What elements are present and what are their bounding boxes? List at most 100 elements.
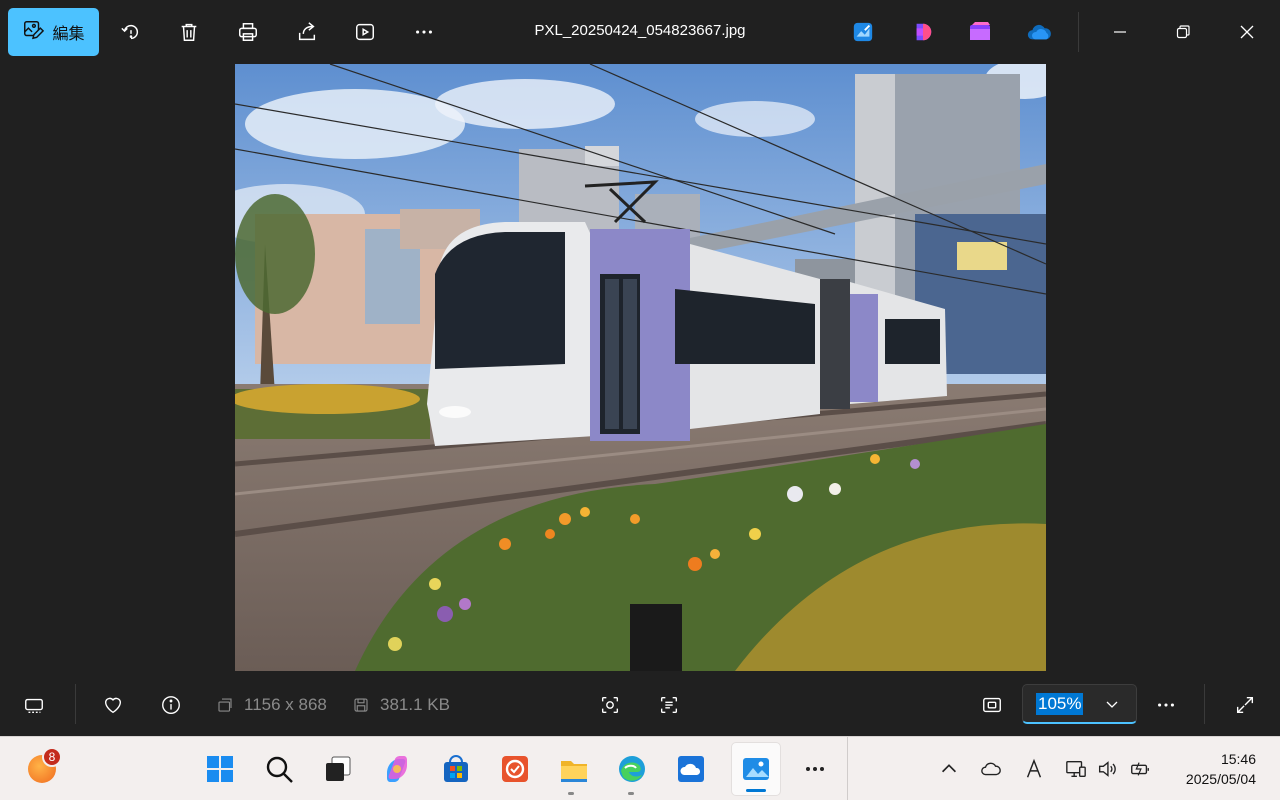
close-button[interactable] (1224, 16, 1270, 48)
expand-icon (1236, 696, 1254, 714)
filmstrip-button[interactable] (19, 690, 49, 720)
chevron-up-icon (941, 764, 957, 773)
file-name: PXL_20250424_054823667.jpg (534, 22, 746, 39)
font-icon (1026, 758, 1042, 778)
dimensions-icon (218, 698, 232, 712)
cloud-icon (981, 762, 1001, 776)
visual-search-button[interactable] (595, 690, 625, 720)
filmstrip-icon (25, 698, 43, 714)
running-app-indicator (628, 792, 634, 795)
taskbar: 8 15:46 2025/05/04 (0, 736, 1280, 800)
more-icon (1158, 703, 1174, 707)
slideshow-button[interactable] (349, 16, 381, 48)
rotate-icon (121, 24, 139, 40)
visual-search-icon (601, 696, 619, 714)
speaker-icon (1098, 761, 1116, 777)
edit-button[interactable]: 編集 (8, 8, 99, 56)
widget-badge: 8 (42, 747, 62, 767)
delete-icon (181, 23, 197, 41)
battery-icon (1131, 762, 1149, 776)
pdf-reader-icon (502, 756, 528, 782)
share-button[interactable] (291, 16, 323, 48)
close-icon (1240, 25, 1254, 39)
more-options-button[interactable] (408, 16, 440, 48)
search-icon (266, 756, 293, 783)
cloud-folder-icon (678, 756, 704, 782)
task-view-icon (326, 756, 351, 781)
photos-editor-app-icon[interactable] (850, 19, 876, 45)
chevron-down-icon (1106, 701, 1118, 708)
share-icon (298, 22, 316, 41)
info-icon (162, 696, 180, 714)
battery-button[interactable] (1128, 757, 1152, 781)
copilot-icon (387, 756, 407, 782)
bottombar-divider (1204, 684, 1205, 724)
edit-image-icon (22, 19, 45, 46)
bottom-info-bar: 1156 x 868 381.1 KB 105% (0, 672, 1280, 736)
text-scan-icon (660, 696, 678, 714)
minimize-button[interactable] (1097, 16, 1143, 48)
show-hidden-icons-button[interactable] (937, 757, 961, 781)
volume-button[interactable] (1095, 757, 1119, 781)
heart-icon (104, 697, 122, 714)
zoom-value[interactable]: 105% (1036, 692, 1084, 715)
windows-start-icon (207, 756, 233, 782)
clock-time: 15:46 (1220, 751, 1256, 767)
slideshow-icon (356, 23, 374, 41)
running-app-indicator (568, 792, 574, 795)
edge-browser-app[interactable] (614, 751, 650, 787)
bottombar-divider (75, 684, 76, 724)
microsoft-store-app[interactable] (438, 751, 474, 787)
text-recognition-button[interactable] (654, 690, 684, 720)
onedrive-tray-button[interactable] (979, 757, 1003, 781)
file-size-text: 381.1 KB (380, 695, 450, 714)
restore-button[interactable] (1160, 16, 1206, 48)
copilot-app[interactable] (379, 751, 415, 787)
input-method-button[interactable] (1022, 757, 1046, 781)
photo-viewer-image[interactable] (235, 64, 1046, 671)
pdf-app[interactable] (497, 751, 533, 787)
edit-label: 編集 (52, 26, 85, 43)
start-button[interactable] (202, 751, 238, 787)
top-toolbar: 編集 PXL_20250424_054823667.jpg (0, 0, 1280, 64)
bottom-more-button[interactable] (1151, 690, 1181, 720)
file-explorer-app[interactable] (556, 751, 592, 787)
fit-screen-icon (983, 697, 1001, 713)
more-icon (416, 30, 432, 34)
active-app-indicator (746, 789, 766, 792)
taskbar-overflow-button[interactable] (797, 751, 833, 787)
network-button[interactable] (1064, 757, 1088, 781)
taskbar-divider (847, 737, 848, 800)
photos-app[interactable] (738, 751, 774, 787)
designer-icon[interactable] (967, 19, 993, 45)
folder-icon (561, 761, 587, 782)
actual-size-button[interactable] (977, 690, 1007, 720)
restore-icon (1176, 25, 1190, 39)
edge-icon (619, 756, 645, 782)
clipchamp-icon[interactable] (910, 19, 936, 45)
clock[interactable]: 15:46 2025/05/04 (1186, 749, 1256, 789)
minimize-icon (1114, 31, 1126, 33)
print-button[interactable] (232, 16, 264, 48)
print-icon (239, 23, 257, 41)
search-button[interactable] (261, 751, 297, 787)
store-icon (444, 755, 468, 782)
network-icon (1066, 760, 1086, 778)
onedrive-icon[interactable] (1026, 19, 1052, 45)
clock-date: 2025/05/04 (1185, 771, 1256, 787)
full-screen-button[interactable] (1230, 690, 1260, 720)
photos-icon (743, 758, 769, 780)
rotate-button[interactable] (115, 16, 147, 48)
dimensions-text: 1156 x 868 (244, 695, 327, 714)
delete-button[interactable] (173, 16, 205, 48)
zoom-level-dropdown[interactable]: 105% (1022, 684, 1137, 724)
task-view-button[interactable] (320, 751, 356, 787)
image-dimensions: 1156 x 868 (216, 695, 327, 715)
more-icon (806, 767, 824, 771)
favorite-button[interactable] (98, 690, 128, 720)
file-info-button[interactable] (156, 690, 186, 720)
toolbar-divider (1078, 12, 1079, 52)
file-size: 381.1 KB (352, 695, 450, 715)
save-icon (354, 698, 368, 712)
onedrive-folder-app[interactable] (673, 751, 709, 787)
